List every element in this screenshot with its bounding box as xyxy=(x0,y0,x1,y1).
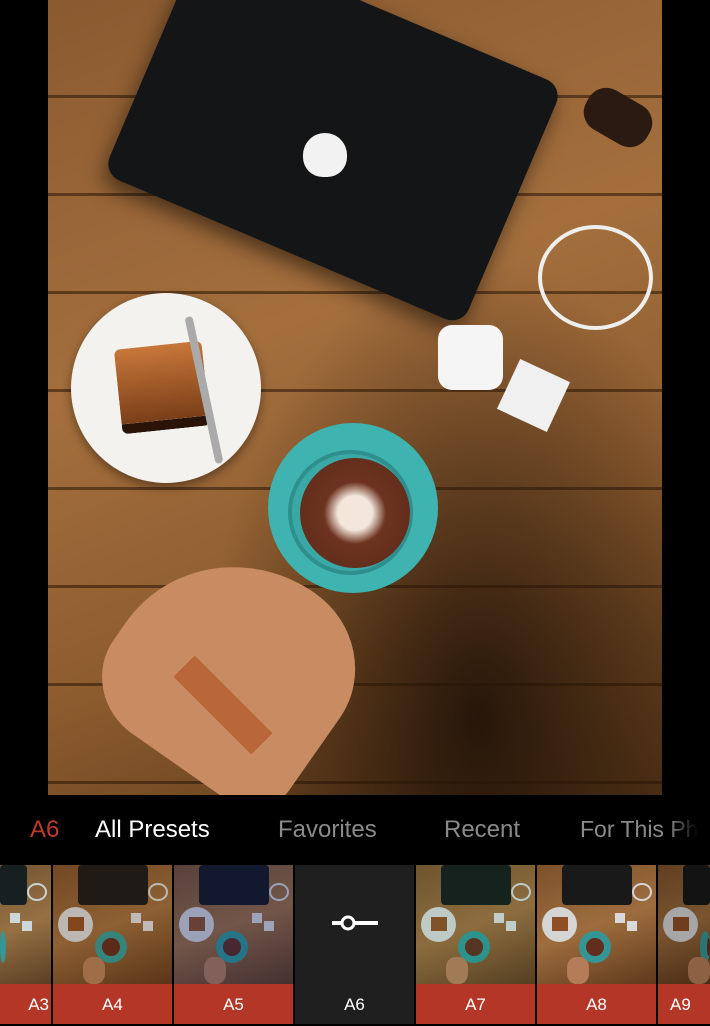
preset-label: A8 xyxy=(537,984,656,1024)
charger xyxy=(496,358,571,433)
preset-preview-image xyxy=(0,865,51,984)
preset-tabs: A6 All Presets Favorites Recent For This… xyxy=(0,800,710,862)
preset-preview-image xyxy=(174,865,293,984)
preset-label: A6 xyxy=(295,984,414,1024)
coffee xyxy=(300,458,410,568)
preset-label: A4 xyxy=(53,984,172,1024)
preset-thumb-a3[interactable]: A3 xyxy=(0,865,51,1024)
preset-label: A7 xyxy=(416,984,535,1024)
cable xyxy=(538,225,653,330)
slider-adjust-icon xyxy=(332,915,378,931)
preset-preview-image xyxy=(416,865,535,984)
sunglasses xyxy=(576,80,660,155)
tab-favorites[interactable]: Favorites xyxy=(278,816,377,844)
airpods-case xyxy=(438,325,503,390)
photo-preview xyxy=(48,0,662,795)
preset-preview-image xyxy=(537,865,656,984)
current-preset-label: A6 xyxy=(30,816,60,843)
preset-preview-image xyxy=(658,865,710,984)
preset-label: A3 xyxy=(0,984,51,1024)
tab-all-presets[interactable]: All Presets xyxy=(95,816,210,844)
preset-thumb-a5[interactable]: A5 xyxy=(174,865,293,1024)
preset-strip: A3 A4 A5 A6 A7 A8 A9 xyxy=(0,865,710,1024)
preset-thumb-a7[interactable]: A7 xyxy=(416,865,535,1024)
preset-label: A9 xyxy=(658,984,710,1024)
preset-label: A5 xyxy=(174,984,293,1024)
preset-preview-image xyxy=(53,865,172,984)
preset-thumb-a8[interactable]: A8 xyxy=(537,865,656,1024)
tab-for-this-photo[interactable]: For This Ph xyxy=(580,816,698,843)
apple-logo xyxy=(303,133,347,177)
preset-thumb-a6[interactable]: A6 xyxy=(295,865,414,1024)
preset-thumb-a9[interactable]: A9 xyxy=(658,865,710,1024)
preset-thumb-a4[interactable]: A4 xyxy=(53,865,172,1024)
tab-recent[interactable]: Recent xyxy=(444,816,520,844)
